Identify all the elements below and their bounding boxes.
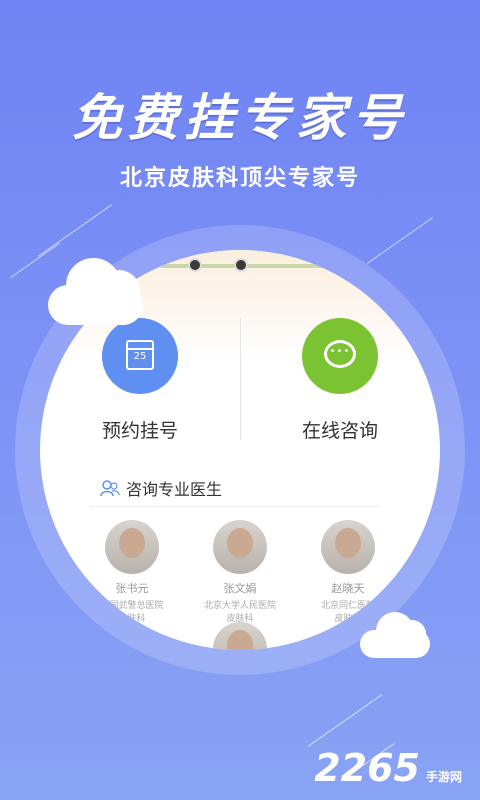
chat-icon: •••: [324, 340, 356, 368]
appointment-label: 预约挂号: [101, 420, 178, 442]
wheel-icon: [188, 258, 202, 272]
avatar: [213, 520, 267, 574]
road-illustration: [160, 264, 340, 268]
hero-title: 免费挂专家号: [72, 89, 408, 147]
decor-streak: [307, 694, 383, 747]
calendar-icon-number: 25: [133, 351, 147, 362]
consult-label: 在线咨询: [301, 420, 378, 442]
doctor-card[interactable]: [185, 622, 295, 650]
doctor-hospital: 北京大学人民医院: [203, 601, 276, 611]
doctor-hospital: 中国武警总医院: [100, 601, 164, 611]
doctor-name: 张文娟: [223, 582, 257, 595]
doctor-card[interactable]: 张文娟 北京大学人民医院 皮肤科: [185, 520, 295, 624]
watermark-logo: 2265 手游网: [314, 746, 462, 790]
section-header: 咨询专业医生: [100, 476, 222, 500]
section-title: 咨询专业医生: [126, 480, 223, 499]
calendar-icon-circle: 25: [102, 318, 178, 394]
wheel-icon: [234, 258, 248, 272]
chat-icon-circle: •••: [302, 318, 378, 394]
chat-icon-dots: •••: [329, 346, 351, 357]
watermark-number: 2265: [314, 746, 420, 790]
doctor-card[interactable]: 赵晓天 北京同仁医院 皮肤科: [293, 520, 403, 624]
doctors-icon: [100, 480, 120, 497]
calendar-icon: 25: [126, 340, 154, 370]
doctor-hospital: 北京同仁医院: [320, 601, 375, 611]
doctor-name: 张书元: [115, 582, 149, 595]
avatar: [213, 622, 267, 650]
appointment-button[interactable]: 25 预约挂号: [40, 318, 240, 443]
watermark-text: 手游网: [425, 770, 462, 784]
doctor-dept: 皮肤科: [118, 614, 146, 624]
avatar: [321, 520, 375, 574]
consult-button[interactable]: ••• 在线咨询: [240, 318, 440, 443]
hero-subtitle: 北京皮肤科顶尖专家号: [119, 166, 360, 191]
avatar: [105, 520, 159, 574]
doctor-card[interactable]: 张书元 中国武警总医院 皮肤科: [77, 520, 187, 624]
section-divider: [90, 506, 380, 507]
doctor-name: 赵晓天: [331, 582, 365, 595]
